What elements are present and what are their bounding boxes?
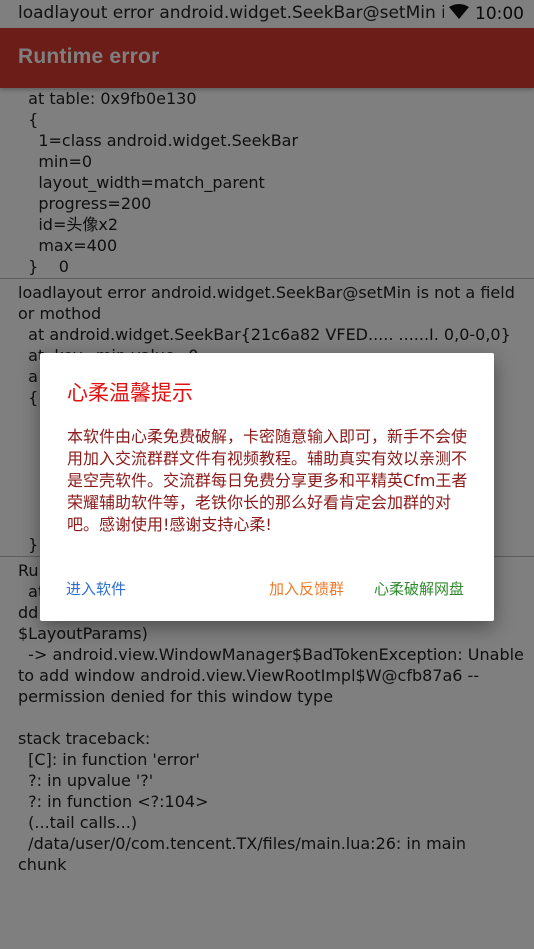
dialog-title: 心柔温馨提示 (67, 381, 193, 405)
enter-app-button[interactable]: 进入软件 (66, 578, 126, 599)
join-group-button[interactable]: 加入反馈群 (269, 578, 344, 599)
notice-dialog: 心柔温馨提示 本软件由心柔免费破解，卡密随意输入即可，新手不会使用加入交流群群文… (40, 353, 494, 621)
dialog-message: 本软件由心柔免费破解，卡密随意输入即可，新手不会使用加入交流群群文件有视频教程。… (67, 427, 468, 534)
netdisk-button[interactable]: 心柔破解网盘 (374, 578, 464, 599)
